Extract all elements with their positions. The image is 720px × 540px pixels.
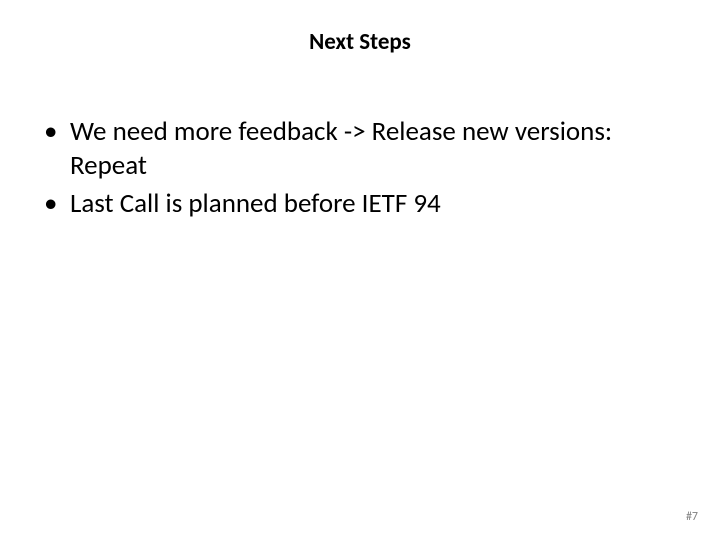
- list-item: We need more feedback -> Release new ver…: [38, 115, 672, 183]
- bullet-list: We need more feedback -> Release new ver…: [38, 115, 672, 220]
- slide-number: #7: [686, 510, 698, 524]
- list-item: Last Call is planned before IETF 94: [38, 187, 672, 221]
- slide: Next Steps We need more feedback -> Rele…: [0, 0, 720, 540]
- slide-body: We need more feedback -> Release new ver…: [38, 115, 672, 224]
- slide-title: Next Steps: [0, 28, 720, 56]
